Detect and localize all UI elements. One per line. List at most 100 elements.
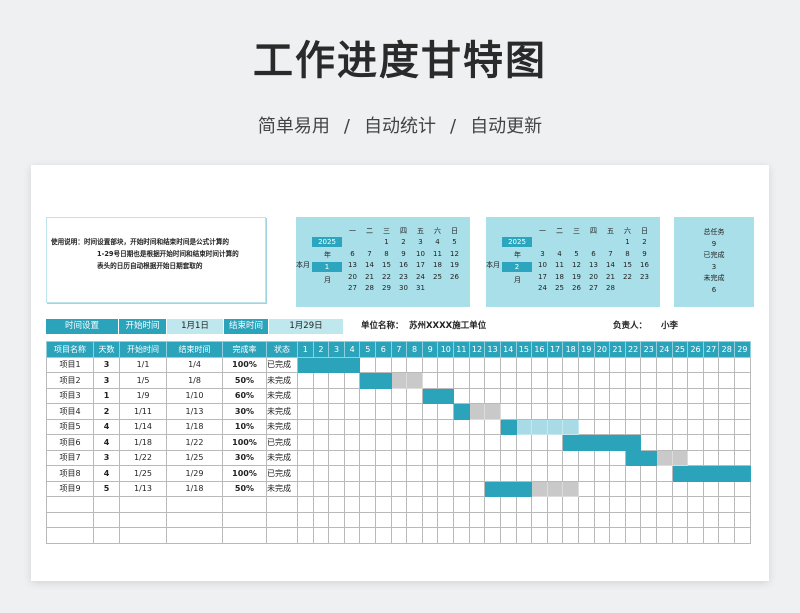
end-date-cell: 1/13	[166, 403, 223, 420]
end-date-cell: 1/4	[166, 356, 223, 373]
table-row[interactable]: 项目7 3 1/22 1/25 30% 未完成	[46, 449, 751, 466]
calendar-day	[534, 237, 551, 249]
gantt-cell	[546, 465, 564, 482]
gantt-cell	[734, 403, 751, 420]
calendar-day: 13	[348, 261, 357, 270]
gantt-cell	[375, 418, 392, 435]
calendar-month-box: 2	[502, 262, 532, 272]
gantt-bar-cell	[718, 465, 736, 482]
calendar-day: 4	[435, 238, 440, 247]
day-column-header: 16	[531, 341, 548, 358]
calendar-day: 9	[642, 249, 647, 258]
day-column-header: 22	[624, 341, 642, 358]
empty-cell	[499, 511, 517, 528]
gantt-cell	[577, 418, 595, 435]
column-header: 状态	[266, 341, 298, 358]
calendar-day: 11	[555, 261, 564, 270]
start-time-value[interactable]: 1月1日	[167, 319, 223, 334]
page-title: 工作进度甘特图	[253, 38, 547, 84]
empty-cell	[515, 496, 533, 513]
gantt-cell	[499, 356, 517, 373]
calendar-day: 17	[538, 272, 547, 281]
gantt-cell	[343, 434, 361, 451]
days-cell: 3	[93, 372, 120, 389]
gantt-bar-cell	[624, 449, 642, 466]
usage-note: 使用说明：时间设置部块，开始时间和结束时间是公式计算的 1-29号日期也是根据开…	[46, 217, 266, 303]
gantt-bar-cell	[546, 480, 564, 497]
gantt-cell	[656, 372, 673, 389]
gantt-cell	[577, 480, 595, 497]
table-row[interactable]: 项目9 5 1/13 1/18 50% 未完成	[46, 480, 751, 497]
gantt-cell	[546, 434, 564, 451]
gantt-cell	[421, 480, 439, 497]
gantt-cell	[468, 480, 486, 497]
gantt-cell	[624, 403, 642, 420]
gantt-cell	[531, 387, 548, 404]
gantt-cell	[328, 403, 345, 420]
completion-rate-cell: 100%	[222, 434, 267, 451]
gantt-cell	[453, 434, 470, 451]
gantt-cell	[640, 356, 658, 373]
empty-cell	[687, 527, 704, 544]
gantt-cell	[328, 418, 345, 435]
gantt-cell	[609, 387, 626, 404]
calendar-day	[344, 237, 361, 249]
gantt-cell	[437, 372, 455, 389]
weekday-label: 三	[383, 226, 390, 235]
start-date-cell: 1/14	[119, 418, 167, 435]
empty-cell	[640, 527, 658, 544]
gantt-bar-cell	[343, 356, 361, 373]
empty-table-row[interactable]	[46, 527, 751, 544]
gantt-cell	[577, 387, 595, 404]
gantt-cell	[406, 434, 423, 451]
empty-cell	[328, 496, 345, 513]
weekday-label: 五	[607, 226, 614, 235]
gantt-cell	[687, 387, 704, 404]
gantt-cell	[546, 449, 564, 466]
weekday-label: 六	[434, 226, 441, 235]
table-row[interactable]: 项目2 3 1/5 1/8 50% 未完成	[46, 372, 751, 389]
empty-cell	[93, 527, 120, 544]
gantt-cell	[421, 465, 439, 482]
empty-table-row[interactable]	[46, 496, 751, 513]
gantt-cell	[718, 449, 736, 466]
gantt-cell	[687, 403, 704, 420]
days-cell: 4	[93, 418, 120, 435]
gantt-bar-cell	[453, 403, 470, 420]
gantt-cell	[375, 465, 392, 482]
subtitle-item-3: 自动更新	[470, 116, 543, 137]
end-date-cell: 1/22	[166, 434, 223, 451]
gantt-cell	[453, 356, 470, 373]
gantt-cell	[468, 418, 486, 435]
undone-tasks-value: 6	[711, 285, 717, 294]
gantt-cell	[421, 403, 439, 420]
table-row[interactable]: 项目1 3 1/1 1/4 100% 已完成	[46, 356, 751, 373]
gantt-cell	[515, 403, 533, 420]
table-row[interactable]: 项目5 4 1/14 1/18 10% 未完成	[46, 418, 751, 435]
end-time-value[interactable]: 1月29日	[269, 319, 343, 334]
gantt-cell	[718, 387, 736, 404]
gantt-cell	[734, 418, 751, 435]
start-date-cell: 1/13	[119, 480, 167, 497]
gantt-cell	[593, 480, 611, 497]
table-row[interactable]: 项目4 2 1/11 1/13 30% 未完成	[46, 403, 751, 420]
empty-cell	[375, 527, 392, 544]
table-row[interactable]: 项目8 4 1/25 1/29 100% 已完成	[46, 465, 751, 482]
gantt-cell	[453, 480, 470, 497]
gantt-cell	[702, 449, 720, 466]
day-column-header: 27	[702, 341, 720, 358]
table-row[interactable]: 项目6 4 1/18 1/22 100% 已完成	[46, 434, 751, 451]
gantt-cell	[312, 434, 330, 451]
weekday-label: 日	[451, 226, 458, 235]
spreadsheet[interactable]: 使用说明：时间设置部块，开始时间和结束时间是公式计算的 1-29号日期也是根据开…	[31, 165, 769, 581]
gantt-cell	[734, 449, 751, 466]
gantt-bar-cell	[531, 418, 548, 435]
table-row[interactable]: 项目3 1 1/9 1/10 60% 未完成	[46, 387, 751, 404]
calendar-day: 28	[606, 284, 615, 293]
empty-cell	[46, 527, 94, 544]
gantt-cell	[546, 387, 564, 404]
weekday-label: 一	[539, 226, 546, 235]
gantt-bar-cell	[531, 480, 548, 497]
empty-cell	[562, 496, 579, 513]
empty-table-row[interactable]	[46, 511, 751, 528]
